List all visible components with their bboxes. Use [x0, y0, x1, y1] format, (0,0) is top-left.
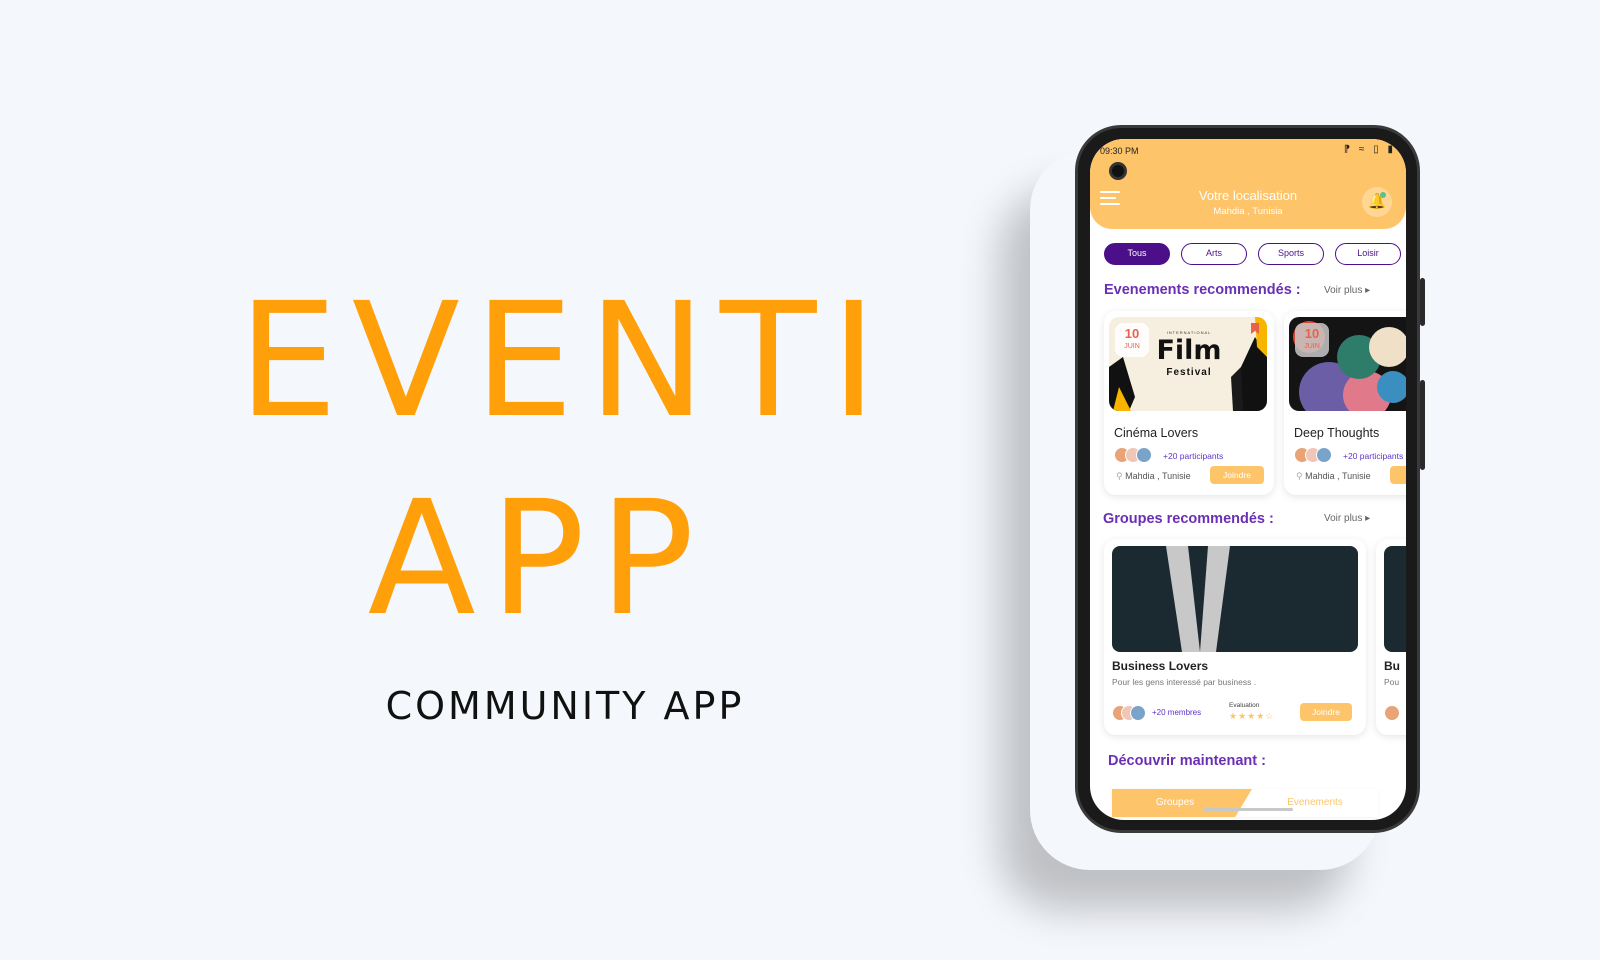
avatar: [1316, 447, 1332, 463]
discover-tabs: Groupes Evenements: [1112, 789, 1378, 817]
event-date-badge: 10 JUIN: [1295, 323, 1329, 357]
event-month: JUIN: [1304, 343, 1320, 350]
phone-screen: Votre localisation Mahdia , Tunisia 🔔 09…: [1090, 139, 1406, 820]
event-card-deep-thoughts[interactable]: 10 JUIN Deep Thoughts +20 participants ⚲…: [1284, 311, 1406, 495]
group-name: Bu: [1384, 659, 1400, 673]
participant-avatars: [1294, 447, 1340, 463]
filter-chip-arts[interactable]: Arts: [1181, 243, 1247, 265]
avatar: [1384, 705, 1400, 721]
event-day: 10: [1124, 326, 1140, 341]
tab-evenements[interactable]: Evenements: [1252, 789, 1378, 817]
group-image-partial: [1384, 546, 1406, 652]
event-name: Cinéma Lovers: [1114, 426, 1199, 440]
home-indicator[interactable]: [1203, 808, 1293, 811]
event-date-badge: 10 JUIN: [1115, 323, 1149, 357]
event-name: Deep Thoughts: [1294, 426, 1380, 440]
groups-section-title: Groupes recommendés :: [1103, 511, 1274, 527]
rating-stars: ★★★★☆: [1229, 711, 1275, 721]
location-value[interactable]: Mahdia , Tunisia: [1090, 206, 1406, 217]
group-card-partial[interactable]: Bu Pou: [1376, 539, 1406, 735]
status-bar: 09:30 PM ⁋ ≈ ▯ ▮: [1090, 139, 1406, 165]
event-location: ⚲ Mahdia , Tunisie: [1296, 471, 1371, 482]
hero-subtitle: COMMUNITY APP: [385, 684, 745, 728]
member-avatars: [1384, 705, 1400, 721]
join-event-button[interactable]: Joindre: [1210, 466, 1264, 484]
member-avatars: [1112, 705, 1148, 721]
notification-bell-icon[interactable]: 🔔: [1362, 187, 1392, 217]
front-camera: [1109, 162, 1127, 180]
tab-groupes[interactable]: Groupes: [1112, 789, 1252, 817]
location-title: Votre localisation: [1198, 188, 1298, 203]
event-location: ⚲ Mahdia , Tunisie: [1116, 471, 1191, 482]
members-count: +20 membres: [1152, 708, 1202, 717]
discover-section-title: Découvrir maintenant :: [1108, 753, 1266, 769]
join-group-button[interactable]: Joindre: [1300, 703, 1352, 721]
events-section-title: Evenements recommendés :: [1104, 282, 1301, 298]
avatar: [1136, 447, 1152, 463]
event-location-text: Mahdia , Tunisie: [1305, 471, 1371, 481]
phone-power-button: [1420, 278, 1425, 326]
phone-volume-button: [1420, 380, 1425, 470]
suit-artwork: [1166, 546, 1230, 652]
events-see-more-link[interactable]: Voir plus ▸: [1324, 285, 1370, 296]
hero-title-line1: EVENTI: [238, 269, 892, 453]
join-event-button[interactable]: [1390, 466, 1406, 484]
poster-subtitle-text: Festival: [1166, 367, 1212, 378]
group-card-business-lovers[interactable]: Business Lovers Pour les gens interessé …: [1104, 539, 1366, 735]
group-image-business: [1112, 546, 1358, 652]
category-filters: Tous Arts Sports Loisir: [1104, 243, 1406, 267]
hero-title-line2: APP: [367, 467, 709, 651]
filter-chip-loisir[interactable]: Loisir: [1335, 243, 1401, 265]
poster-title-text: Film: [1156, 335, 1222, 366]
event-poster-deep-thoughts: 10 JUIN: [1289, 317, 1406, 411]
avatar: [1130, 705, 1146, 721]
status-time: 09:30 PM: [1100, 146, 1139, 156]
event-card-cinema-lovers[interactable]: 10 JUIN INTERNATIONAL Film Festival Ciné…: [1104, 311, 1274, 495]
battery-icon: ▮: [1387, 144, 1396, 155]
group-name: Business Lovers: [1112, 659, 1209, 673]
participant-avatars: [1114, 447, 1160, 463]
event-poster-film-festival: 10 JUIN INTERNATIONAL Film Festival: [1109, 317, 1267, 411]
location-pin-icon: ⚲: [1116, 471, 1123, 481]
participants-count: +20 participants: [1343, 451, 1404, 461]
group-description: Pour les gens interessé par business .: [1112, 677, 1257, 687]
signal-icon: ▯: [1373, 144, 1382, 155]
status-icons: ⁋ ≈ ▯ ▮: [1344, 144, 1396, 155]
participants-count: +20 participants: [1163, 451, 1224, 461]
phone-mockup: Votre localisation Mahdia , Tunisia 🔔 09…: [1075, 125, 1425, 833]
filter-chip-tous[interactable]: Tous: [1104, 243, 1170, 265]
event-location-text: Mahdia , Tunisie: [1125, 471, 1191, 481]
filter-chip-sports[interactable]: Sports: [1258, 243, 1324, 265]
bluetooth-icon: ⁋: [1343, 144, 1354, 155]
groups-see-more-link[interactable]: Voir plus ▸: [1324, 513, 1370, 524]
event-day: 10: [1304, 326, 1320, 341]
event-month: JUIN: [1124, 343, 1140, 350]
notification-dot: [1380, 192, 1386, 198]
group-description: Pou: [1384, 677, 1400, 687]
hero-title: EVENTI APP: [238, 262, 892, 658]
evaluation-label: Evaluation: [1229, 702, 1260, 709]
wifi-icon: ≈: [1358, 144, 1368, 155]
location-pin-icon: ⚲: [1296, 471, 1303, 481]
